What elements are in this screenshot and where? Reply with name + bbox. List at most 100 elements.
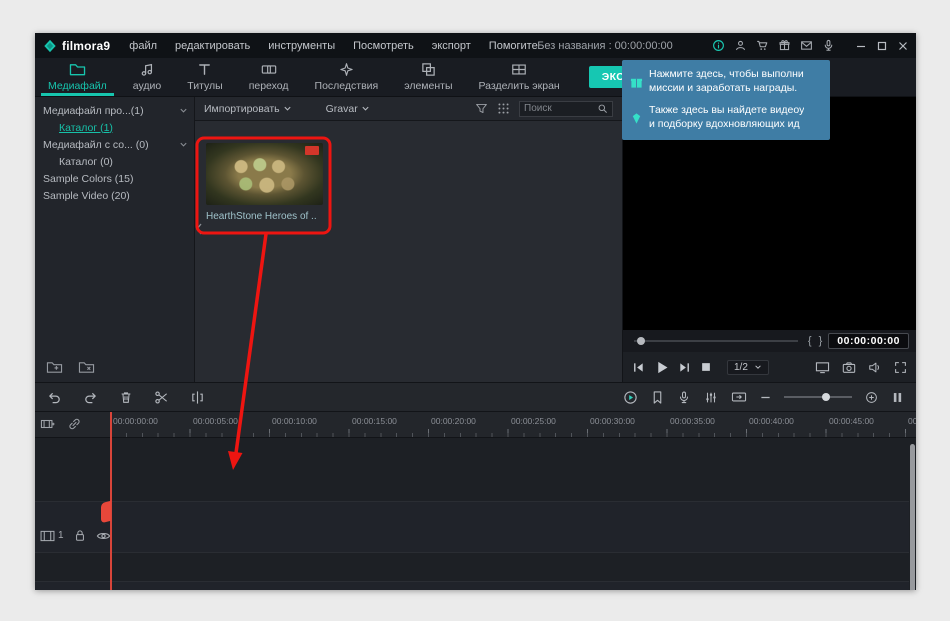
search-icon[interactable] (597, 103, 608, 114)
menu-item-edit[interactable]: редактировать (166, 40, 259, 52)
search-box (519, 100, 613, 117)
export-frame-icon[interactable] (731, 390, 747, 404)
tab-audio[interactable]: аудио (120, 58, 174, 96)
split-screen-icon (511, 62, 527, 77)
lock-icon[interactable] (74, 529, 86, 542)
next-frame-icon[interactable] (678, 361, 691, 374)
tree-item-sample-colors[interactable]: Sample Colors (15) (35, 170, 194, 187)
ruler-label: 00:00:00:00 (113, 416, 158, 426)
tab-split-screen[interactable]: Разделить экран (466, 58, 573, 96)
tab-label-effects: Последствия (314, 80, 379, 92)
tab-label-audio: аудио (132, 80, 162, 92)
transport-controls: 1/2 (623, 352, 916, 382)
chevron-down-icon[interactable] (179, 140, 188, 149)
mark-in-button[interactable]: { (807, 335, 813, 347)
gift-icon[interactable] (778, 39, 791, 52)
seek-handle[interactable] (637, 337, 645, 345)
previous-frame-icon[interactable] (632, 361, 645, 374)
undo-icon[interactable] (47, 390, 62, 405)
playback-quality-dropdown[interactable]: 1/2 (727, 359, 769, 375)
menu-item-file[interactable]: файл (120, 40, 166, 52)
media-panel: Импортировать Gravar Поиск HearthStone H… (195, 97, 622, 382)
fullscreen-icon[interactable] (894, 361, 907, 374)
minimize-button[interactable] (856, 41, 866, 51)
tab-effects[interactable]: Последствия (302, 58, 392, 96)
record-dropdown[interactable]: Gravar (326, 103, 370, 115)
tree-item-catalog-0[interactable]: Каталог (0) (35, 153, 194, 170)
eye-visibility-icon[interactable] (96, 530, 111, 542)
close-button[interactable] (898, 41, 908, 51)
app-logo: filmora9 (35, 39, 120, 53)
zoom-slider-handle[interactable] (822, 393, 830, 401)
menu-item-tools[interactable]: инструменты (259, 40, 344, 52)
audio-mixer-icon[interactable] (704, 390, 718, 405)
zoom-out-icon[interactable] (760, 392, 771, 403)
delete-icon[interactable] (119, 390, 133, 405)
ruler-label: 00:00:50:00 (908, 416, 916, 426)
chevron-down-icon (361, 104, 370, 113)
elements-icon (421, 62, 436, 77)
display-settings-icon[interactable] (815, 361, 830, 374)
delete-folder-icon[interactable] (78, 359, 95, 374)
voiceover-mic-icon[interactable] (677, 390, 691, 405)
ruler-label: 00:00:15:00 (352, 416, 397, 426)
render-preview-icon[interactable] (623, 390, 638, 405)
media-clip-hearthstone[interactable]: HearthStone Heroes of .. (206, 143, 323, 222)
collapse-sidebar-icon[interactable] (195, 223, 203, 235)
clip-thumbnail[interactable] (206, 143, 323, 205)
marker-icon[interactable] (651, 390, 664, 405)
tab-media[interactable]: Медиафайл (35, 58, 120, 96)
import-dropdown[interactable]: Импортировать (204, 103, 292, 115)
quality-value: 1/2 (734, 361, 748, 373)
play-icon[interactable] (654, 360, 669, 375)
playhead-handle[interactable] (101, 500, 111, 524)
zoom-in-icon[interactable] (865, 391, 878, 404)
track-height-icon[interactable] (891, 391, 904, 404)
gift-bullet-icon (630, 69, 643, 96)
music-note-icon (140, 62, 155, 77)
tab-transitions[interactable]: переход (236, 58, 302, 96)
info-tooltip: Нажмите здесь, чтобы выполни миссии и за… (622, 60, 830, 141)
menu-item-export[interactable]: экспорт (423, 40, 480, 52)
tree-item-catalog-1[interactable]: Каталог (1) (35, 119, 194, 136)
link-clips-icon[interactable] (67, 417, 82, 431)
mark-out-button[interactable]: } (818, 335, 824, 347)
mail-icon[interactable] (800, 39, 813, 52)
tooltip-text-2: Также здесь вы найдете видеоу и подборку… (649, 103, 805, 130)
cart-icon[interactable] (756, 39, 769, 52)
preview-seek-slider[interactable] (634, 337, 798, 345)
search-input[interactable] (524, 103, 594, 114)
menu-item-view[interactable]: Посмотреть (344, 40, 423, 52)
stop-icon[interactable] (700, 361, 712, 373)
tooltip-text-1: Нажмите здесь, чтобы выполни миссии и за… (649, 68, 804, 94)
ruler-label: 00:00:25:00 (511, 416, 556, 426)
manage-tracks-icon[interactable] (40, 417, 56, 431)
tab-elements[interactable]: элементы (391, 58, 465, 96)
tab-titles[interactable]: Титулы (174, 58, 235, 96)
account-icon[interactable] (734, 39, 747, 52)
video-track-number: 1 (58, 530, 64, 541)
grid-view-icon[interactable] (497, 102, 510, 115)
timeline: 00:00:00:00 00:00:05:00 00:00:10:00 00:0… (35, 412, 916, 590)
scissors-icon[interactable] (154, 390, 169, 405)
chevron-down-icon[interactable] (179, 106, 188, 115)
timeline-ruler[interactable]: 00:00:00:00 00:00:05:00 00:00:10:00 00:0… (35, 412, 916, 438)
filter-icon[interactable] (475, 102, 488, 115)
audio-track[interactable] (35, 581, 909, 590)
microphone-icon[interactable] (822, 39, 835, 52)
tree-item-project-media[interactable]: Медиафайл про...(1) (35, 102, 194, 119)
timeline-vertical-scrollbar[interactable] (910, 444, 915, 590)
snapshot-camera-icon[interactable] (842, 361, 856, 374)
info-icon[interactable] (712, 39, 725, 52)
tree-item-sample-video[interactable]: Sample Video (20) (35, 187, 194, 204)
maximize-button[interactable] (877, 41, 887, 51)
timeline-zoom-slider[interactable] (784, 393, 852, 401)
redo-icon[interactable] (83, 390, 98, 405)
import-label: Импортировать (204, 102, 280, 115)
crop-trim-icon[interactable] (190, 390, 205, 405)
volume-icon[interactable] (868, 361, 882, 374)
new-folder-icon[interactable] (46, 359, 63, 374)
video-track[interactable] (35, 501, 909, 553)
folder-icon (69, 62, 86, 77)
tree-item-shared-media[interactable]: Медиафайл с со... (0) (35, 136, 194, 153)
